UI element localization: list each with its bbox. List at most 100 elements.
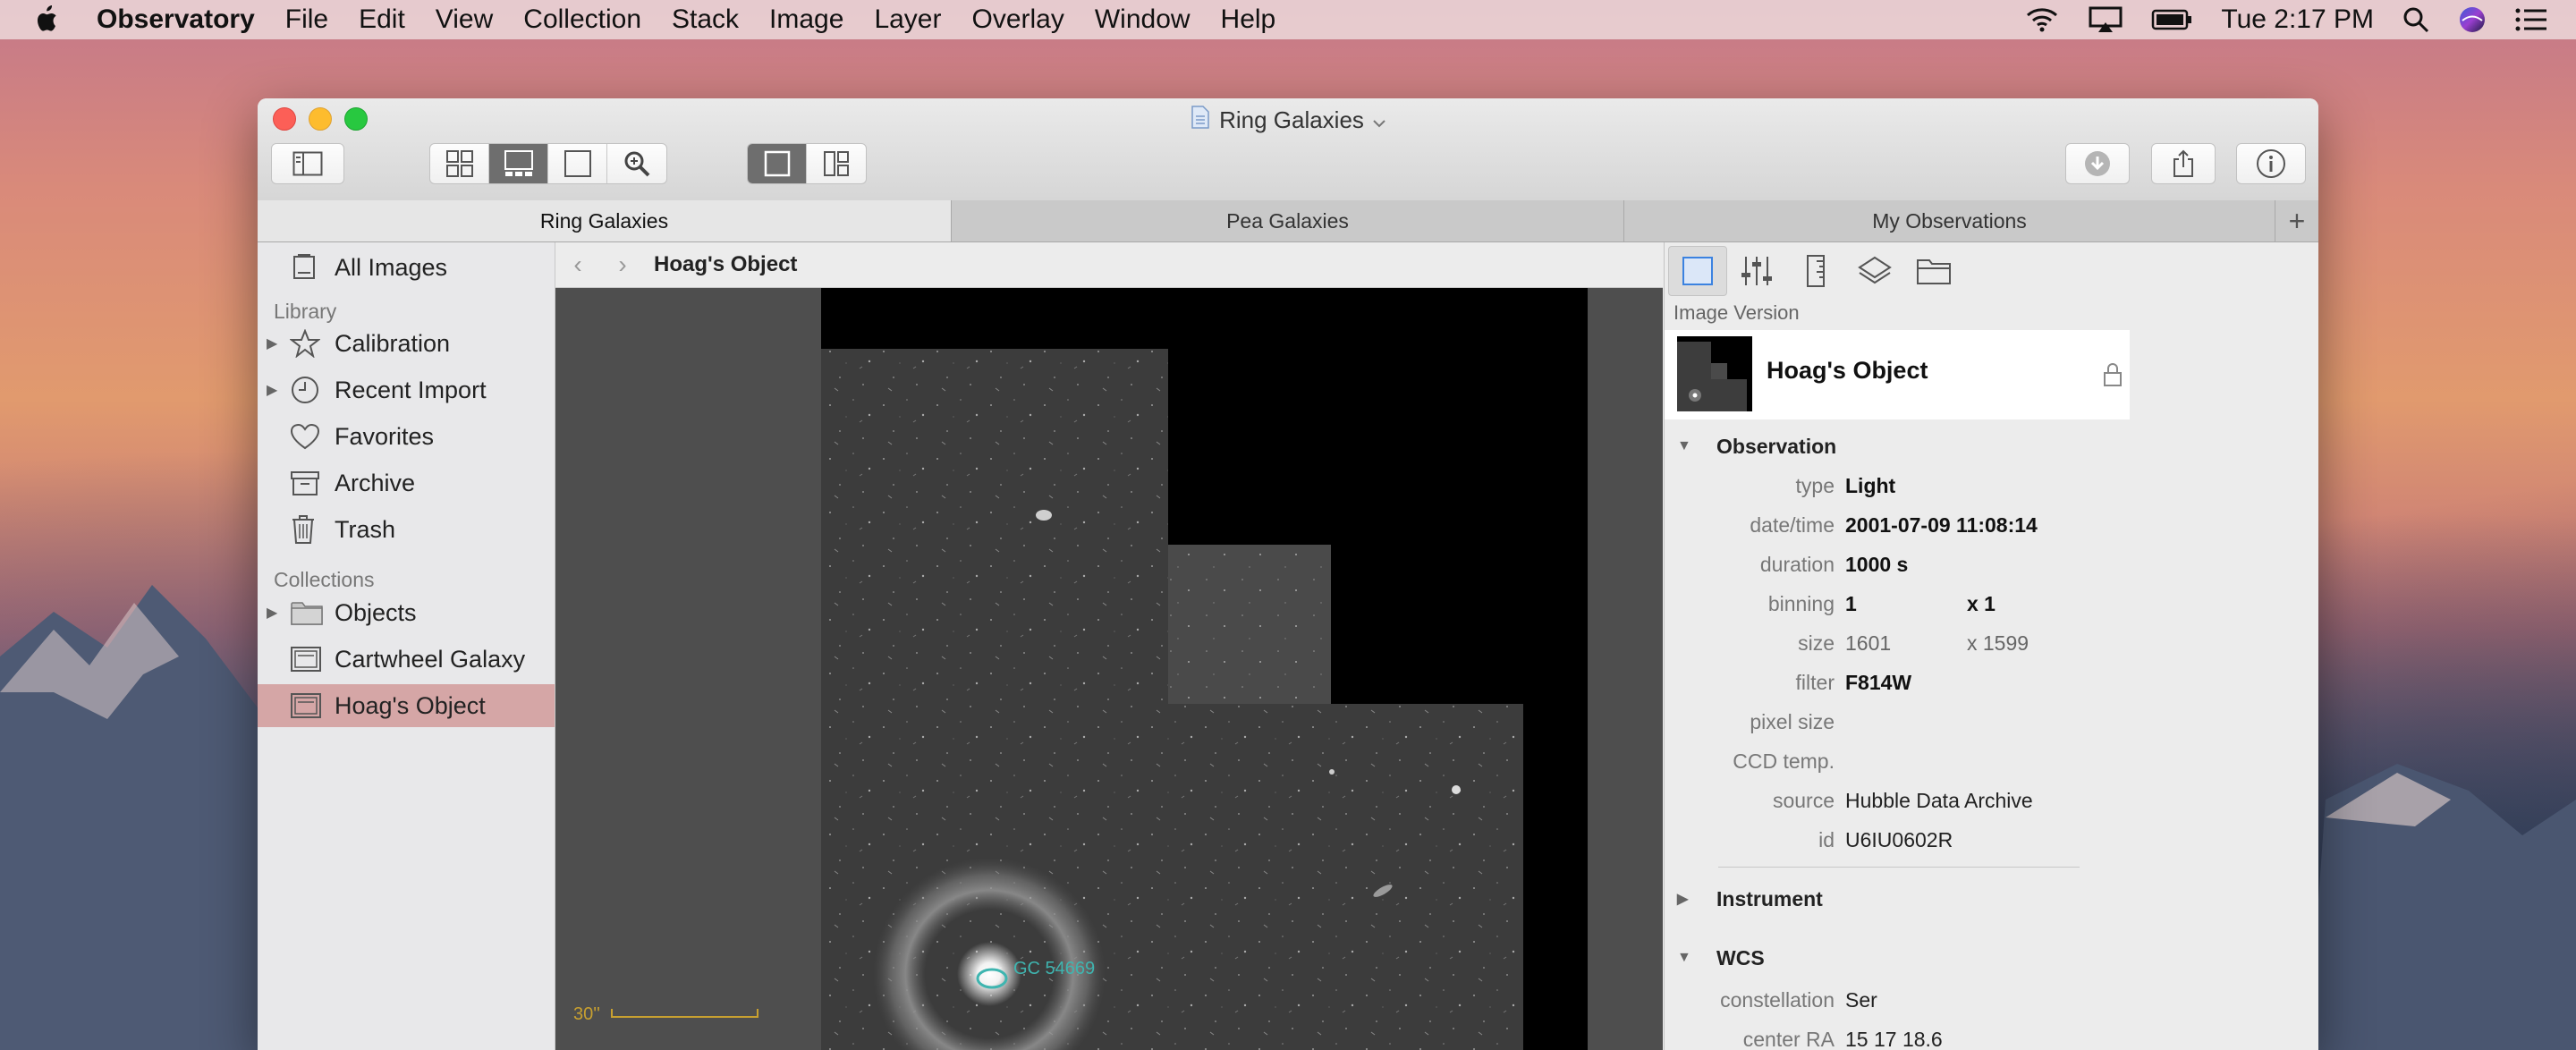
info-icon — [2257, 149, 2285, 178]
prop-value[interactable]: Light — [1845, 474, 1895, 498]
info-button[interactable] — [2236, 143, 2306, 184]
back-chevron-icon[interactable]: ‹ — [555, 250, 600, 279]
view-mode-selector — [429, 143, 667, 184]
prop-center-ra: center RA 15 17 18.6 — [1665, 1021, 1943, 1050]
prop-key: duration — [1759, 552, 1835, 576]
forward-chevron-icon[interactable]: › — [600, 250, 645, 279]
siri-icon[interactable] — [2458, 5, 2487, 34]
disclosure-triangle-icon[interactable]: ▼ — [1677, 438, 1699, 454]
wcs-group-header[interactable]: ▼ WCS — [1677, 940, 1765, 976]
split-pane-icon — [824, 151, 849, 176]
ruler-icon — [1807, 255, 1825, 287]
menu-overlay[interactable]: Overlay — [971, 4, 1063, 35]
airplay-icon[interactable] — [2089, 6, 2123, 33]
battery-icon[interactable] — [2151, 9, 2192, 30]
prop-key: source — [1772, 788, 1835, 812]
menu-view[interactable]: View — [436, 4, 493, 35]
sidebar-item-trash[interactable]: Trash — [258, 508, 555, 551]
menu-image[interactable]: Image — [769, 4, 843, 35]
document-icon — [1191, 106, 1210, 135]
lock-icon[interactable] — [2103, 362, 2123, 387]
tab-ring-galaxies[interactable]: Ring Galaxies — [258, 200, 952, 241]
zoom-view-button[interactable] — [607, 144, 666, 183]
sidebar-item-label: Hoag's Object — [335, 691, 486, 719]
prop-value[interactable]: Ser — [1845, 988, 1877, 1012]
sidebar-item-hoags-object[interactable]: Hoag's Object — [258, 684, 555, 727]
prop-datetime: date/time 2001-07-09 11:08:14 — [1665, 507, 2038, 543]
disclosure-triangle-icon[interactable]: ▶ — [267, 334, 284, 352]
disclosure-triangle-icon[interactable]: ▶ — [267, 381, 284, 399]
filmstrip-view-button[interactable] — [489, 144, 548, 183]
wifi-icon[interactable] — [2024, 6, 2060, 33]
spotlight-search-icon[interactable] — [2402, 6, 2429, 33]
sidebar-item-archive[interactable]: Archive — [258, 461, 555, 504]
inspector-tab-layers[interactable] — [1845, 246, 1904, 296]
version-header[interactable]: Hoag's Object — [1665, 330, 2130, 419]
disclosure-triangle-icon[interactable]: ▶ — [267, 604, 284, 622]
prop-value[interactable]: U6IU0602R — [1845, 828, 1953, 852]
menu-app-name[interactable]: Observatory — [97, 4, 255, 35]
breadcrumb: Hoag's Object — [654, 252, 798, 276]
prop-value[interactable]: 1000 s — [1845, 553, 1908, 577]
add-tab-button[interactable]: + — [2275, 200, 2318, 241]
apple-menu-icon[interactable] — [34, 5, 70, 34]
prop-value-x[interactable]: 1 — [1845, 592, 1967, 616]
sidebar-item-label: Trash — [335, 515, 396, 543]
import-button[interactable] — [2065, 143, 2130, 184]
sidebar-item-objects[interactable]: ▶ Objects — [258, 591, 555, 634]
menu-window[interactable]: Window — [1095, 4, 1191, 35]
menu-help[interactable]: Help — [1221, 4, 1276, 35]
tab-bar: Ring Galaxies Pea Galaxies My Observatio… — [258, 200, 2318, 242]
menubar-clock[interactable]: Tue 2:17 PM — [2221, 4, 2374, 35]
sidebar-item-favorites[interactable]: Favorites — [258, 415, 555, 458]
prop-key: date/time — [1750, 512, 1835, 537]
toggle-sidebar-button[interactable] — [271, 143, 344, 184]
menu-collection[interactable]: Collection — [523, 4, 641, 35]
disclosure-triangle-icon[interactable]: ▶ — [1677, 890, 1699, 908]
window-title-text: Ring Galaxies — [1219, 106, 1364, 133]
image-stack-icon — [290, 646, 326, 673]
grid-view-button[interactable] — [430, 144, 489, 183]
sidebar-item-cartwheel-galaxy[interactable]: Cartwheel Galaxy — [258, 638, 555, 681]
tab-pea-galaxies[interactable]: Pea Galaxies — [952, 200, 1624, 241]
share-button[interactable] — [2151, 143, 2216, 184]
sidebar-item-label: Archive — [335, 469, 416, 496]
menu-stack[interactable]: Stack — [672, 4, 739, 35]
sidebar-item-all-images[interactable]: All Images — [258, 246, 555, 289]
annotation-label[interactable]: GC 54669 — [1013, 959, 1095, 978]
menu-layer[interactable]: Layer — [874, 4, 941, 35]
collections-heading: Collections — [274, 568, 375, 591]
trash-icon — [290, 514, 326, 545]
image-canvas[interactable]: GC 54669 30'' — [555, 288, 1663, 1050]
instrument-group-header[interactable]: ▶ Instrument — [1677, 881, 1823, 917]
menu-edit[interactable]: Edit — [359, 4, 405, 35]
prop-value[interactable]: F814W — [1845, 671, 1911, 695]
observation-group-header[interactable]: ▼ Observation — [1677, 428, 1836, 464]
observation-heading: Observation — [1716, 434, 1837, 458]
prop-value[interactable]: 2001-07-09 11:08:14 — [1845, 513, 2038, 538]
tab-my-observations[interactable]: My Observations — [1624, 200, 2275, 241]
prop-value[interactable]: Hubble Data Archive — [1845, 789, 2033, 813]
single-view-button[interactable] — [548, 144, 607, 183]
inspector-tab-image[interactable] — [1668, 246, 1727, 296]
prop-key: id — [1818, 827, 1835, 851]
prop-binning: binning 1 x 1 — [1665, 586, 1996, 622]
inspector-tab-measure[interactable] — [1786, 246, 1845, 296]
split-pane-button[interactable] — [807, 144, 866, 183]
prop-value-y[interactable]: x 1 — [1967, 592, 1996, 616]
prop-value[interactable]: 15 17 18.6 — [1845, 1028, 1943, 1050]
inspector-tab-files[interactable] — [1904, 246, 1963, 296]
notification-center-icon[interactable] — [2515, 7, 2547, 32]
single-pane-icon — [764, 150, 790, 177]
sidebar-item-label: Objects — [335, 598, 417, 626]
sidebar-item-calibration[interactable]: ▶ Calibration — [258, 322, 555, 365]
window-title[interactable]: Ring Galaxies — [258, 106, 2318, 135]
folder-icon — [290, 599, 326, 626]
single-pane-button[interactable] — [748, 144, 807, 183]
disclosure-triangle-icon[interactable]: ▼ — [1677, 950, 1699, 966]
prop-constellation: constellation Ser — [1665, 982, 1877, 1018]
sidebar-item-recent-import[interactable]: ▶ Recent Import — [258, 368, 555, 411]
menu-file[interactable]: File — [285, 4, 328, 35]
inspector-tab-adjust[interactable] — [1727, 246, 1786, 296]
prop-size: size 1601 x 1599 — [1665, 625, 2029, 661]
